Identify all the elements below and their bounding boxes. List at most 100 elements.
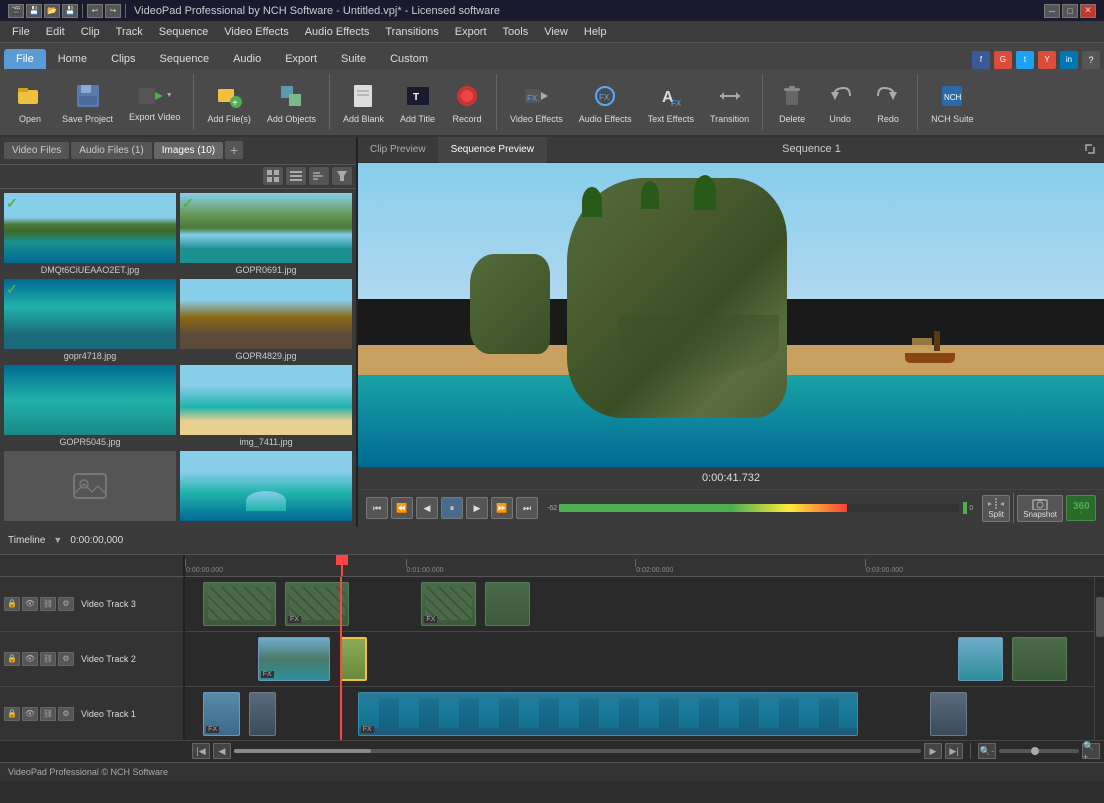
menu-transitions[interactable]: Transitions	[377, 21, 446, 43]
menu-file[interactable]: File	[4, 21, 38, 43]
track1-gear[interactable]: ⚙	[58, 707, 74, 721]
menu-tools[interactable]: Tools	[495, 21, 537, 43]
track1-clip2[interactable]	[249, 692, 276, 736]
snapshot-button[interactable]: Snapshot	[1017, 495, 1063, 522]
redo-icon[interactable]: ↪	[105, 4, 121, 18]
prev-frame-button[interactable]: ⏪	[391, 497, 413, 519]
new-icon[interactable]: 🎬	[8, 4, 24, 18]
next-frame-button[interactable]: ⏩	[491, 497, 513, 519]
track1-clip3[interactable]: FX	[358, 692, 858, 736]
save2-icon[interactable]: 💾	[62, 4, 78, 18]
open-button[interactable]: Open	[8, 76, 52, 128]
tab-sequence[interactable]: Sequence	[148, 49, 222, 69]
media-grid-toggle[interactable]	[263, 167, 283, 185]
media-item-8[interactable]	[180, 451, 352, 523]
add-files-button[interactable]: + Add File(s)	[201, 76, 257, 128]
track1-eye[interactable]: 👁	[22, 707, 38, 721]
scrollbar-thumb[interactable]	[1096, 597, 1104, 637]
tab-export[interactable]: Export	[273, 49, 329, 69]
track1-clip1[interactable]: FX	[203, 692, 239, 736]
tl-go-end[interactable]: ▶|	[945, 743, 963, 759]
tab-home[interactable]: Home	[46, 49, 99, 69]
tab-audio-files[interactable]: Audio Files (1)	[71, 142, 151, 159]
menu-track[interactable]: Track	[108, 21, 151, 43]
tl-zoom-minus[interactable]: 🔍-	[978, 743, 996, 759]
minimize-button[interactable]: ─	[1044, 4, 1060, 18]
track3-eye[interactable]: 👁	[22, 597, 38, 611]
track3-link[interactable]: ⛓	[40, 597, 56, 611]
media-item-2[interactable]: ✓ GOPR0691.jpg	[180, 193, 352, 275]
menu-export[interactable]: Export	[447, 21, 495, 43]
tl-scroll-track[interactable]	[234, 749, 921, 753]
track3-lock[interactable]: 🔒	[4, 597, 20, 611]
text-effects-button[interactable]: AFX Text Effects	[642, 76, 700, 128]
add-blank-button[interactable]: Add Blank	[337, 76, 390, 128]
tab-clips[interactable]: Clips	[99, 49, 147, 69]
tl-zoom-plus[interactable]: 🔍+	[1082, 743, 1100, 759]
media-item-1[interactable]: ✓ DMQt6CiUEAAO2ET.jpg	[4, 193, 176, 275]
split-button[interactable]: Split	[982, 495, 1010, 522]
media-filter-toggle[interactable]	[332, 167, 352, 185]
export-video-button[interactable]: ▼ Export Video	[123, 78, 186, 126]
social-icon-3[interactable]: t	[1016, 51, 1034, 69]
tab-video-files[interactable]: Video Files	[4, 142, 69, 159]
media-item-5[interactable]: GOPR5045.jpg	[4, 365, 176, 447]
nch-suite-button[interactable]: NCH NCH Suite	[925, 76, 980, 128]
social-icon-2[interactable]: G	[994, 51, 1012, 69]
menu-edit[interactable]: Edit	[38, 21, 73, 43]
track2-lock[interactable]: 🔒	[4, 652, 20, 666]
track2-clip4[interactable]	[1012, 637, 1067, 681]
track2-eye[interactable]: 👁	[22, 652, 38, 666]
go-start-button[interactable]: ⏮	[366, 497, 388, 519]
timeline-dropdown[interactable]: ▼	[53, 535, 62, 545]
tab-audio[interactable]: Audio	[221, 49, 273, 69]
tl-zoom-in[interactable]: ▶	[924, 743, 942, 759]
audio-effects-button[interactable]: FX Audio Effects	[573, 76, 638, 128]
zoom-handle[interactable]	[1031, 747, 1039, 755]
track2-clip2[interactable]	[340, 637, 367, 681]
media-list-toggle[interactable]	[286, 167, 306, 185]
timeline-scrollbar[interactable]	[1094, 577, 1104, 740]
tab-file[interactable]: File	[4, 49, 46, 69]
menu-view[interactable]: View	[536, 21, 576, 43]
social-icon-4[interactable]: Y	[1038, 51, 1056, 69]
tab-images[interactable]: Images (10)	[154, 142, 223, 159]
menu-video-effects[interactable]: Video Effects	[216, 21, 296, 43]
btn-360[interactable]: 360 °	[1066, 495, 1096, 521]
track3-clip4[interactable]	[485, 582, 530, 626]
tl-zoom-out[interactable]: ◀	[213, 743, 231, 759]
social-icon-1[interactable]: f	[972, 51, 990, 69]
add-tab-button[interactable]: +	[225, 141, 243, 159]
menu-audio-effects[interactable]: Audio Effects	[297, 21, 378, 43]
clip-preview-tab[interactable]: Clip Preview	[358, 137, 439, 163]
media-item-3[interactable]: ✓ gopr4718.jpg	[4, 279, 176, 361]
tl-go-start[interactable]: |◀	[192, 743, 210, 759]
transition-button[interactable]: Transition	[704, 76, 755, 128]
menu-sequence[interactable]: Sequence	[151, 21, 217, 43]
track3-clip1[interactable]	[203, 582, 276, 626]
track2-clip3[interactable]	[958, 637, 1003, 681]
add-objects-button[interactable]: Add Objects	[261, 76, 322, 128]
tab-custom[interactable]: Custom	[378, 49, 440, 69]
maximize-button[interactable]: □	[1062, 4, 1078, 18]
track1-link[interactable]: ⛓	[40, 707, 56, 721]
menu-help[interactable]: Help	[576, 21, 615, 43]
undo-button[interactable]: Undo	[818, 76, 862, 128]
close-button[interactable]: ✕	[1080, 4, 1096, 18]
open-icon[interactable]: 📂	[44, 4, 60, 18]
play-pause-button[interactable]: ⏸	[441, 497, 463, 519]
save-icon[interactable]: 💾	[26, 4, 42, 18]
step-fwd-button[interactable]: ▶	[466, 497, 488, 519]
redo-button[interactable]: Redo	[866, 76, 910, 128]
track1-clip4[interactable]	[930, 692, 966, 736]
track2-clip1[interactable]: FX	[258, 637, 331, 681]
tab-suite[interactable]: Suite	[329, 49, 378, 69]
record-button[interactable]: Record	[445, 76, 489, 128]
zoom-slider[interactable]	[999, 749, 1079, 753]
menu-clip[interactable]: Clip	[73, 21, 108, 43]
track2-link[interactable]: ⛓	[40, 652, 56, 666]
video-effects-button[interactable]: FX Video Effects	[504, 76, 569, 128]
media-sort-toggle[interactable]	[309, 167, 329, 185]
save-project-button[interactable]: Save Project	[56, 76, 119, 128]
media-item-6[interactable]: img_7411.jpg	[180, 365, 352, 447]
